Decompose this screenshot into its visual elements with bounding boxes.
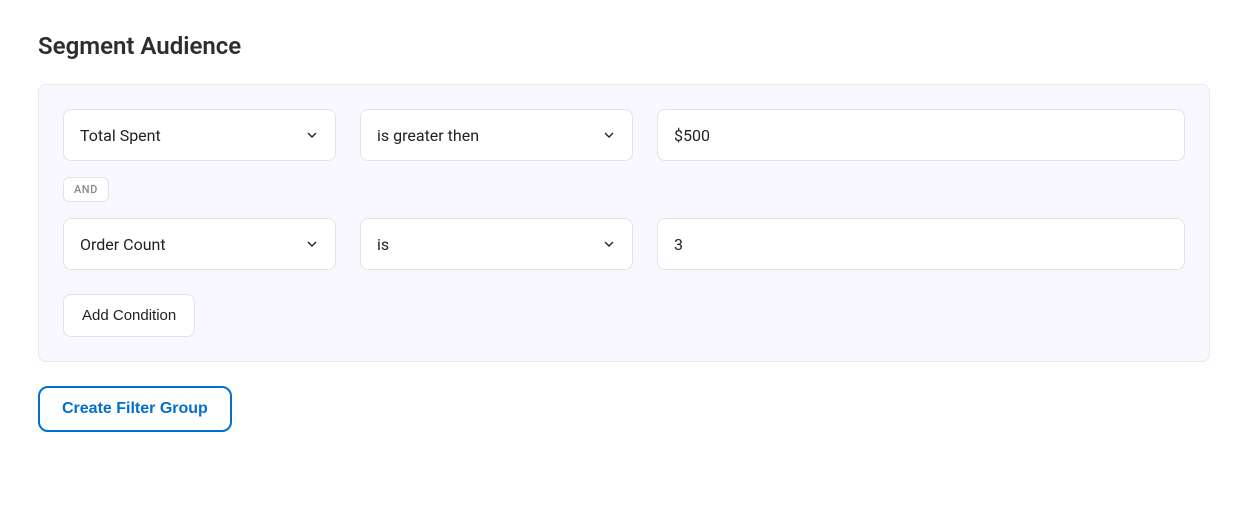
operator-select-value: is greater then [377, 126, 479, 145]
condition-row: Total Spent is greater then $500 [63, 109, 1185, 161]
chevron-down-icon [600, 126, 618, 144]
field-select-value: Order Count [80, 235, 166, 254]
operator-select[interactable]: is greater then [360, 109, 633, 161]
add-condition-button[interactable]: Add Condition [63, 294, 195, 337]
field-select[interactable]: Total Spent [63, 109, 336, 161]
value-input[interactable]: $500 [657, 109, 1185, 161]
field-select-value: Total Spent [80, 126, 161, 145]
chevron-down-icon [303, 126, 321, 144]
condition-row: Order Count is 3 [63, 218, 1185, 270]
value-input-text: 3 [674, 235, 683, 254]
logic-badge: AND [63, 177, 109, 202]
filter-group: Total Spent is greater then $500 AND O [38, 84, 1210, 362]
create-filter-group-button[interactable]: Create Filter Group [38, 386, 232, 432]
segment-audience-card: Segment Audience Total Spent is greater … [0, 0, 1248, 470]
logic-row: AND [63, 177, 1185, 202]
field-select[interactable]: Order Count [63, 218, 336, 270]
value-input-text: $500 [674, 126, 710, 145]
chevron-down-icon [600, 235, 618, 253]
page-title: Segment Audience [38, 32, 1210, 60]
value-input[interactable]: 3 [657, 218, 1185, 270]
chevron-down-icon [303, 235, 321, 253]
operator-select-value: is [377, 235, 389, 254]
operator-select[interactable]: is [360, 218, 633, 270]
